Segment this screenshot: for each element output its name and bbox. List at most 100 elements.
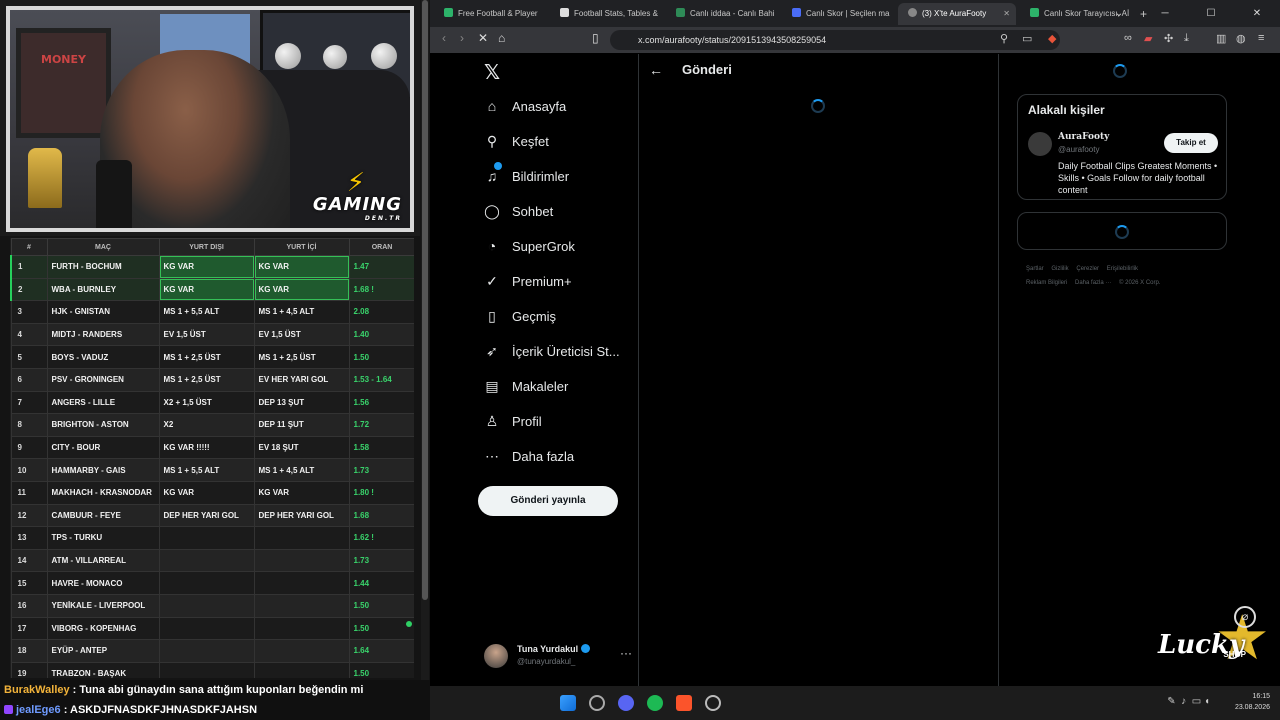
- nav-notifications[interactable]: ♫ Bildirimler: [484, 162, 569, 188]
- nav-premium[interactable]: ✓ Premium+: [484, 269, 571, 293]
- nav-home[interactable]: ⌂ Anasayfa: [484, 94, 566, 118]
- favicon-icon: [676, 8, 685, 17]
- match-name: WBA - BURNLEY: [46, 277, 160, 302]
- row-number: 10: [10, 458, 48, 482]
- network-icon[interactable]: ▭: [1192, 696, 1201, 707]
- related-user-name[interactable]: AuraFooty: [1058, 132, 1109, 142]
- cast-icon[interactable]: ▭: [1022, 32, 1032, 45]
- post-button[interactable]: Gönderi yayınla: [478, 486, 618, 516]
- obs-icon[interactable]: [705, 695, 721, 711]
- discord-icon[interactable]: [618, 695, 634, 711]
- pen-icon[interactable]: ✎: [1167, 696, 1175, 707]
- pick-domestic: KG VAR: [253, 277, 350, 302]
- footer-link[interactable]: Çerezler: [1076, 266, 1099, 272]
- odds-value: 1.56: [348, 390, 414, 415]
- brave-shield-icon[interactable]: ◆: [1048, 32, 1056, 45]
- nav-label: Anasayfa: [512, 99, 567, 114]
- nav-profile[interactable]: ♙ Profil: [484, 409, 542, 433]
- browser-tab[interactable]: Canlı Skor | Seçilen ma: [782, 3, 894, 25]
- more-icon[interactable]: ···: [620, 646, 632, 660]
- home-icon[interactable]: ⌂: [498, 31, 505, 45]
- scrollbar-thumb[interactable]: [422, 0, 428, 600]
- puzzle-icon[interactable]: ✣: [1164, 32, 1173, 45]
- row-number: 8: [10, 413, 48, 437]
- pick-abroad: [158, 616, 255, 641]
- loading-spinner-icon: [811, 99, 825, 113]
- nav-history[interactable]: ▯ Geçmiş: [484, 304, 556, 328]
- clock[interactable]: 16:15 23.08.2026: [1235, 691, 1270, 713]
- minimize-icon[interactable]: ─: [1142, 0, 1188, 27]
- extension-icon[interactable]: ▰: [1144, 32, 1152, 45]
- row-number: 5: [10, 345, 48, 369]
- nav-explore[interactable]: ⚲ Keşfet: [484, 129, 549, 153]
- spotify-icon[interactable]: [647, 695, 663, 711]
- browser-tab[interactable]: Canlı iddaa - Canlı Bahi: [666, 3, 778, 25]
- rocket-icon: ➶: [486, 343, 498, 359]
- stream-chat: BurakWalley : Tuna abi günaydın sana att…: [0, 680, 430, 720]
- close-tab-icon[interactable]: ✕: [1003, 3, 1010, 25]
- odds-value: 1.44: [348, 571, 414, 595]
- table-row: 16 YENİKALE - LIVERPOOL 1.50: [10, 593, 414, 618]
- row-number: 17: [10, 616, 48, 641]
- avatar[interactable]: [1028, 132, 1052, 156]
- back-arrow-icon[interactable]: ←: [649, 62, 663, 78]
- nav-creator-studio[interactable]: ➶ İçerik Üreticisi St...: [484, 339, 620, 363]
- status-dot: [406, 621, 412, 627]
- volume-icon[interactable]: ◖: [1204, 696, 1210, 707]
- browser-tab[interactable]: Free Football & Player: [434, 3, 546, 25]
- odds-value: 1.50: [348, 593, 414, 618]
- vpn-icon[interactable]: ◍: [1236, 32, 1246, 45]
- footer-link[interactable]: Gizlilik: [1051, 266, 1068, 272]
- brave-icon[interactable]: [676, 695, 692, 711]
- x-logo-icon[interactable]: 𝕏: [484, 60, 500, 84]
- pick-domestic: MS 1 + 4,5 ALT: [253, 300, 350, 324]
- tab-search-icon[interactable]: ⌄: [1096, 0, 1142, 27]
- footer-link[interactable]: Erişilebilirlik: [1107, 266, 1138, 272]
- bookmark-icon: ▯: [488, 308, 496, 324]
- nav-articles[interactable]: ▤ Makaleler: [484, 374, 568, 398]
- odds-value: 1.50: [348, 661, 414, 678]
- footer-link[interactable]: Reklam Bilgileri: [1026, 280, 1067, 286]
- maximize-icon[interactable]: ☐: [1188, 0, 1234, 27]
- pick-domestic: MS 1 + 2,5 ÜST: [253, 345, 350, 369]
- nav-label: Profil: [512, 414, 542, 429]
- nav-more[interactable]: ⋯ Daha fazla: [484, 444, 574, 468]
- gaming-logo-sub: DEN.TR: [364, 215, 402, 222]
- scrollbar[interactable]: [421, 0, 429, 686]
- microphone: [96, 160, 132, 228]
- premium-icon: ✓: [486, 273, 498, 289]
- pick-abroad: X2 + 1,5 ÜST: [158, 390, 255, 415]
- x-main-column: ← Gönderi: [639, 54, 999, 686]
- menu-icon[interactable]: ≡: [1258, 32, 1264, 44]
- nav-chat[interactable]: ◯ Sohbet: [484, 199, 553, 223]
- download-icon[interactable]: ⤓: [1184, 32, 1189, 45]
- forward-icon[interactable]: ›: [460, 31, 464, 45]
- footer-link[interactable]: Daha fazla ···: [1075, 280, 1111, 286]
- browser-tab[interactable]: Football Stats, Tables &: [550, 3, 662, 25]
- bookmark-icon[interactable]: ▯: [592, 31, 599, 45]
- clock-time: 16:15: [1252, 693, 1270, 700]
- match-name: ATM - VILLARREAL: [46, 548, 160, 573]
- tab-label: Football Stats, Tables &: [574, 9, 658, 18]
- row-number: 6: [10, 367, 48, 392]
- app-icon[interactable]: [589, 695, 605, 711]
- browser-tab-active[interactable]: (3) X'te AuraFooty ✕: [898, 3, 1016, 25]
- close-window-icon[interactable]: ✕: [1234, 0, 1280, 27]
- column-header: YURT DIŞI: [158, 238, 255, 256]
- windows-start-icon[interactable]: [560, 695, 576, 711]
- stop-icon[interactable]: ✕: [478, 31, 488, 45]
- address-bar[interactable]: x.com/aurafooty/status/20915139435082590…: [610, 30, 1060, 50]
- back-icon[interactable]: ‹: [442, 31, 446, 45]
- url-text[interactable]: x.com/aurafooty/status/20915139435082590…: [638, 35, 826, 45]
- sidebar-icon[interactable]: ▥: [1216, 32, 1226, 45]
- account-switcher[interactable]: Tuna Yurdakul @tunayurdakul_ ···: [484, 642, 632, 674]
- nav-supergrok[interactable]: ◔ SuperGrok: [484, 234, 575, 258]
- sub-badge-icon: [4, 705, 13, 714]
- search-icon[interactable]: ⚲: [1000, 32, 1008, 45]
- extension-icon[interactable]: ∞: [1124, 32, 1132, 44]
- follow-button[interactable]: Takip et: [1164, 133, 1218, 153]
- footer-link[interactable]: Şartlar: [1026, 266, 1044, 272]
- pick-domestic: DEP 11 ŞUT: [253, 413, 350, 437]
- row-number: 3: [10, 300, 48, 324]
- mic-icon[interactable]: ♪: [1181, 696, 1186, 707]
